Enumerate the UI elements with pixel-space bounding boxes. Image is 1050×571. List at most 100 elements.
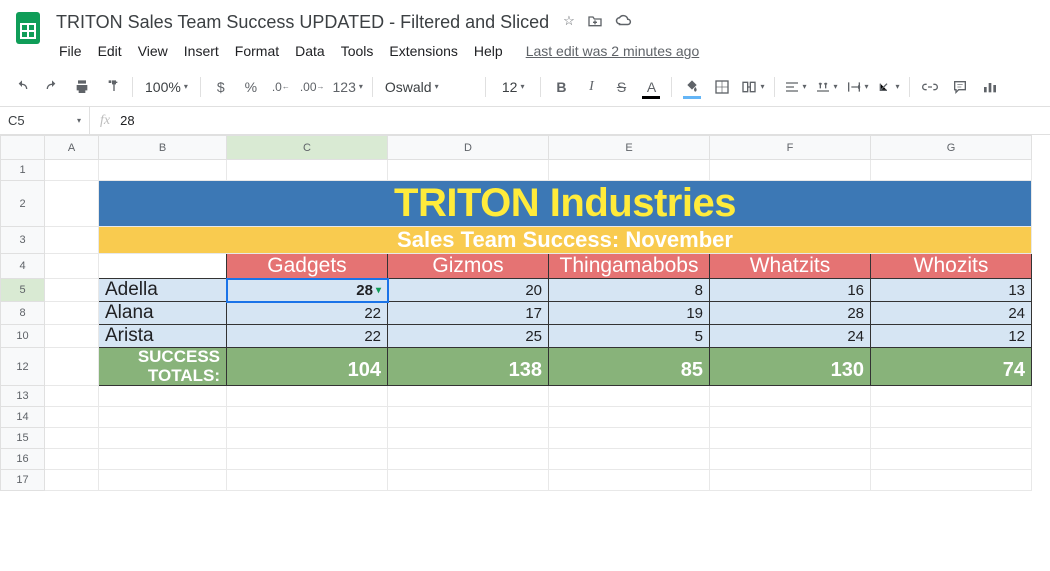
category-header[interactable]: Gadgets: [227, 254, 388, 279]
data-cell[interactable]: 20: [388, 279, 549, 302]
text-color-button[interactable]: A: [637, 73, 665, 101]
percent-button[interactable]: %: [237, 73, 265, 101]
total-cell[interactable]: 85: [549, 348, 710, 386]
data-cell[interactable]: 28▾: [227, 279, 388, 302]
print-button[interactable]: [68, 73, 96, 101]
row-header[interactable]: 5: [1, 279, 45, 302]
menu-insert[interactable]: Insert: [177, 39, 226, 63]
col-header[interactable]: A: [45, 136, 99, 160]
bold-button[interactable]: B: [547, 73, 575, 101]
paint-format-button[interactable]: [98, 73, 126, 101]
data-cell[interactable]: 24: [710, 325, 871, 348]
currency-button[interactable]: $: [207, 73, 235, 101]
col-header[interactable]: B: [99, 136, 227, 160]
category-header-blank[interactable]: [99, 254, 227, 279]
data-cell[interactable]: 16: [710, 279, 871, 302]
row-header[interactable]: 8: [1, 302, 45, 325]
row-header[interactable]: 15: [1, 428, 45, 449]
row-header[interactable]: 17: [1, 470, 45, 491]
col-header[interactable]: D: [388, 136, 549, 160]
data-cell[interactable]: 12: [871, 325, 1032, 348]
menu-data[interactable]: Data: [288, 39, 332, 63]
data-cell[interactable]: 22: [227, 325, 388, 348]
menu-edit[interactable]: Edit: [91, 39, 129, 63]
menu-view[interactable]: View: [131, 39, 175, 63]
category-header[interactable]: Whatzits: [710, 254, 871, 279]
total-cell[interactable]: 104: [227, 348, 388, 386]
halign-button[interactable]: [781, 73, 810, 101]
col-header[interactable]: F: [710, 136, 871, 160]
menu-file[interactable]: File: [52, 39, 89, 63]
row-header[interactable]: 16: [1, 449, 45, 470]
decrease-decimal-button[interactable]: .0←: [267, 73, 295, 101]
toolbar: 100% $ % .0← .00→ 123 Oswald 12 B I S A: [0, 67, 1050, 107]
last-edit-link[interactable]: Last edit was 2 minutes ago: [526, 43, 700, 59]
move-icon[interactable]: [587, 13, 603, 32]
data-cell[interactable]: 13: [871, 279, 1032, 302]
col-header[interactable]: E: [549, 136, 710, 160]
person-name-cell[interactable]: Adella: [99, 279, 227, 302]
menu-extensions[interactable]: Extensions: [382, 39, 464, 63]
star-icon[interactable]: ☆: [563, 13, 575, 32]
menu-tools[interactable]: Tools: [334, 39, 381, 63]
row-header[interactable]: 4: [1, 254, 45, 279]
zoom-select[interactable]: 100%: [139, 73, 194, 101]
person-name-cell[interactable]: Arista: [99, 325, 227, 348]
filter-icon[interactable]: ▾: [376, 285, 381, 296]
sheets-logo[interactable]: [8, 8, 48, 48]
total-cell[interactable]: 74: [871, 348, 1032, 386]
valign-button[interactable]: [812, 73, 841, 101]
document-title[interactable]: TRITON Sales Team Success UPDATED - Filt…: [52, 10, 553, 35]
col-header[interactable]: C: [227, 136, 388, 160]
col-header[interactable]: G: [871, 136, 1032, 160]
category-header[interactable]: Whozits: [871, 254, 1032, 279]
person-name-cell[interactable]: Alana: [99, 302, 227, 325]
total-cell[interactable]: 138: [388, 348, 549, 386]
formula-bar[interactable]: 28: [120, 113, 1050, 128]
data-cell[interactable]: 19: [549, 302, 710, 325]
row-header[interactable]: 1: [1, 160, 45, 181]
data-cell[interactable]: 24: [871, 302, 1032, 325]
data-cell[interactable]: 25: [388, 325, 549, 348]
increase-decimal-button[interactable]: .00→: [297, 73, 328, 101]
wrap-button[interactable]: [843, 73, 872, 101]
merge-button[interactable]: [738, 73, 767, 101]
menu-format[interactable]: Format: [228, 39, 286, 63]
row-header[interactable]: 12: [1, 348, 45, 386]
row-header[interactable]: 13: [1, 386, 45, 407]
name-box[interactable]: C5: [0, 107, 90, 134]
link-button[interactable]: [916, 73, 944, 101]
row-header[interactable]: 2: [1, 181, 45, 227]
rotate-button[interactable]: [874, 73, 903, 101]
select-all-corner[interactable]: [1, 136, 45, 160]
chart-button[interactable]: [976, 73, 1004, 101]
row-header[interactable]: 14: [1, 407, 45, 428]
strikethrough-button[interactable]: S: [607, 73, 635, 101]
data-cell[interactable]: 8: [549, 279, 710, 302]
data-cell[interactable]: 5: [549, 325, 710, 348]
data-cell[interactable]: 22: [227, 302, 388, 325]
row-header[interactable]: 10: [1, 325, 45, 348]
undo-button[interactable]: [8, 73, 36, 101]
cloud-status-icon[interactable]: [615, 13, 633, 32]
font-select[interactable]: Oswald: [379, 73, 479, 101]
category-header[interactable]: Thingamabobs: [549, 254, 710, 279]
spreadsheet-grid[interactable]: A B C D E F G 1 2 TRITON Industries 3 Sa…: [0, 135, 1032, 491]
company-title-cell[interactable]: TRITON Industries: [99, 181, 1032, 227]
italic-button[interactable]: I: [577, 73, 605, 101]
menu-help[interactable]: Help: [467, 39, 510, 63]
total-cell[interactable]: 130: [710, 348, 871, 386]
comment-button[interactable]: [946, 73, 974, 101]
font-size-select[interactable]: 12: [492, 73, 535, 101]
data-cell[interactable]: 28: [710, 302, 871, 325]
number-format-select[interactable]: 123: [330, 73, 366, 101]
data-cell[interactable]: 17: [388, 302, 549, 325]
category-header[interactable]: Gizmos: [388, 254, 549, 279]
menubar: File Edit View Insert Format Data Tools …: [52, 35, 1042, 63]
row-header[interactable]: 3: [1, 227, 45, 254]
borders-button[interactable]: [708, 73, 736, 101]
redo-button[interactable]: [38, 73, 66, 101]
subtitle-cell[interactable]: Sales Team Success: November: [99, 227, 1032, 254]
fill-color-button[interactable]: [678, 73, 706, 101]
totals-label-cell[interactable]: SUCCESSTOTALS:: [99, 348, 227, 386]
